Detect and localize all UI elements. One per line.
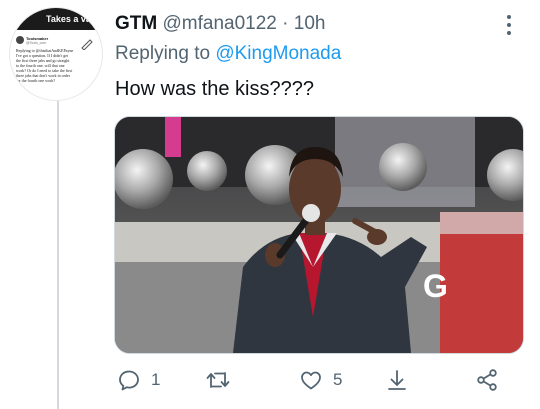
replying-to: Replying to @KingMonada xyxy=(115,43,341,65)
separator-dot: · xyxy=(282,13,289,34)
avatar[interactable]: Takes a valid p Toolsmaker @Tools_com Re… xyxy=(10,8,102,100)
like-button[interactable]: 5 xyxy=(299,368,342,392)
avatar-quoted-text: Replying to @thisthatAndKEPayne I've got… xyxy=(16,48,96,83)
thread-line xyxy=(57,96,59,409)
heart-icon xyxy=(301,371,321,390)
download-button[interactable] xyxy=(385,368,409,392)
avatar-handle: @Tools_com xyxy=(26,41,47,45)
tweet-media[interactable]: G xyxy=(114,116,524,354)
share-icon xyxy=(477,369,497,391)
replying-prefix: Replying to xyxy=(115,43,216,64)
media-photo: G xyxy=(115,117,523,353)
avatar-line: for the fourth one work? xyxy=(16,78,56,83)
sign-letter: G xyxy=(423,268,448,304)
reply-button[interactable]: 1 xyxy=(117,368,160,392)
avatar-banner-text: Takes a valid p xyxy=(46,14,102,24)
user-handle[interactable]: @mfana0122 xyxy=(163,13,277,34)
timestamp[interactable]: 10h xyxy=(294,13,326,34)
tweet-actions: 1 5 xyxy=(117,368,517,398)
reply-icon xyxy=(119,370,139,391)
tweet-text: How was the kiss???? xyxy=(115,78,314,100)
more-options-icon[interactable] xyxy=(504,14,514,36)
like-count: 5 xyxy=(333,370,343,389)
retweet-icon xyxy=(206,372,230,388)
share-button[interactable] xyxy=(475,368,499,392)
avatar-profile-icon xyxy=(16,36,24,44)
retweet-button[interactable] xyxy=(205,368,241,392)
download-icon xyxy=(388,370,406,390)
replying-to-mention[interactable]: @KingMonada xyxy=(215,43,341,64)
display-name[interactable]: GTM xyxy=(115,13,157,34)
reply-count: 1 xyxy=(151,370,161,389)
tweet-header: GTM @mfana0122 · 10h xyxy=(115,13,325,35)
